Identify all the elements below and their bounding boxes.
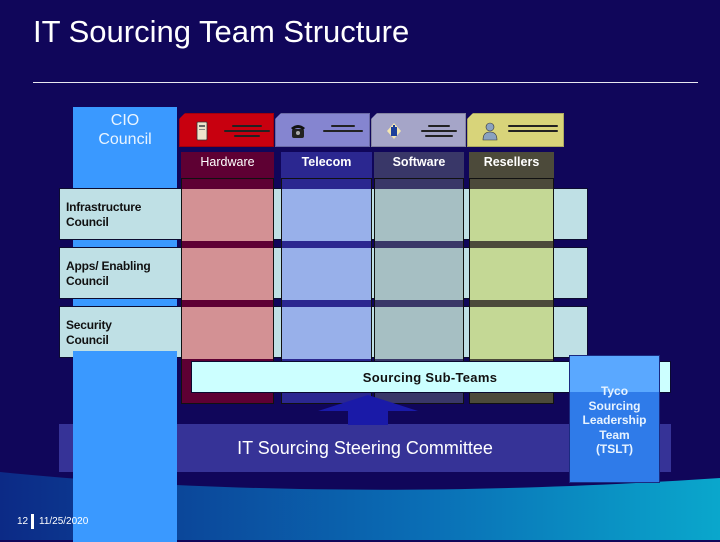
- software-box-icon: [387, 123, 401, 139]
- slide-date: 11/25/2020: [39, 516, 89, 527]
- slide-title: IT Sourcing Team Structure: [33, 14, 410, 49]
- column-header-resellers: Resellers: [469, 152, 554, 178]
- up-arrow-icon: [318, 395, 418, 425]
- tslt-label: Tyco Sourcing Leadership Team (TSLT): [582, 384, 647, 456]
- person-icon: [482, 122, 498, 141]
- software-card-text: [414, 122, 464, 140]
- cio-stripe: [73, 240, 177, 247]
- resellers-card: [467, 113, 564, 147]
- sourcing-subteams-label: Sourcing Sub-Teams: [362, 370, 498, 385]
- council-cell-resellers: [470, 248, 553, 300]
- council-cell-software: [375, 248, 463, 300]
- telecom-card: [275, 113, 370, 147]
- council-cell-telecom: [282, 307, 371, 359]
- council-cell-telecom: [282, 248, 371, 300]
- council-cell-hardware: [182, 189, 273, 241]
- cio-council-column-lower: [73, 355, 177, 474]
- title-divider: [33, 82, 698, 83]
- telephone-icon: [291, 125, 305, 138]
- hardware-card: [179, 113, 274, 147]
- council-cell-hardware: [182, 307, 273, 359]
- cio-council-label: CIO Council: [73, 111, 177, 149]
- council-cell-hardware: [182, 248, 273, 300]
- council-cell-resellers: [470, 189, 553, 241]
- server-icon: [196, 121, 208, 141]
- column-header-telecom: Telecom: [281, 152, 372, 178]
- resellers-card-text: [506, 122, 560, 135]
- council-cell-software: [375, 307, 463, 359]
- footer-divider: [31, 514, 34, 529]
- column-header-software: Software: [374, 152, 464, 178]
- hardware-card-text: [222, 122, 272, 140]
- page-number: 12: [17, 516, 29, 527]
- software-card: [371, 113, 466, 147]
- council-cell-software: [375, 189, 463, 241]
- steering-committee-label: IT Sourcing Steering Committee: [237, 438, 493, 458]
- cio-label-line1: CIO: [110, 112, 140, 129]
- cio-label-line2: Council: [98, 131, 152, 148]
- column-header-hardware: Hardware: [181, 152, 274, 178]
- council-cell-telecom: [282, 189, 371, 241]
- council-cell-resellers: [470, 307, 553, 359]
- telecom-card-text: [318, 122, 368, 135]
- cio-stripe: [73, 299, 177, 306]
